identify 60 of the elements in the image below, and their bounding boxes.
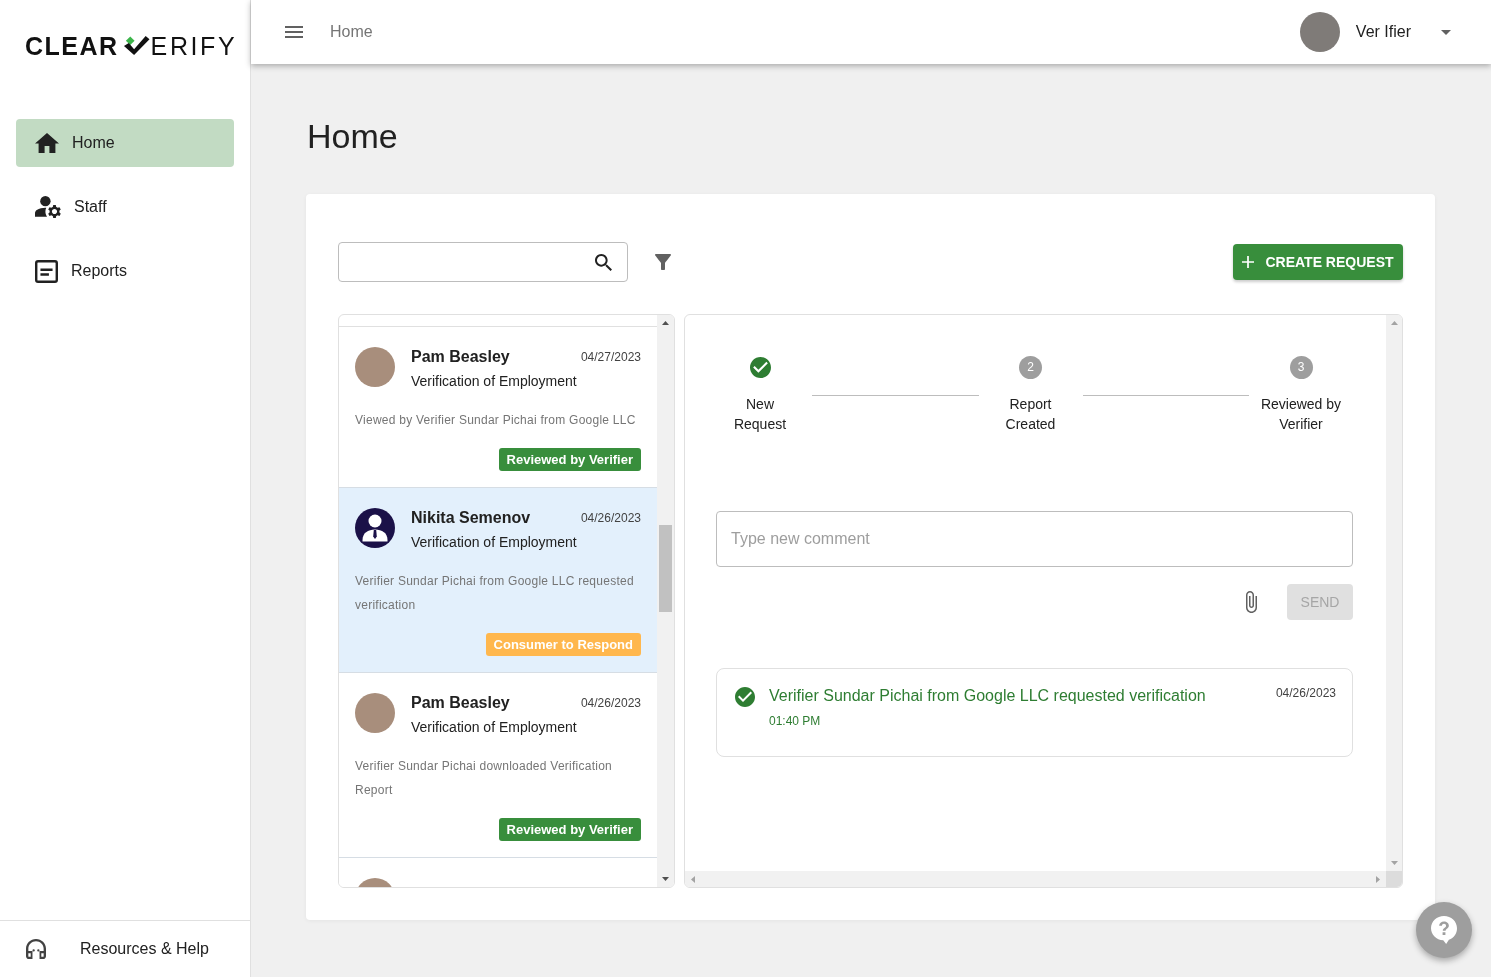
status-badge: Consumer to Respond <box>485 633 641 656</box>
request-type: Verification of Employment <box>411 533 578 552</box>
arrow-left-icon[interactable] <box>691 875 695 883</box>
page-title: Home <box>307 116 399 157</box>
activity-time: 01:40 PM <box>769 713 822 729</box>
check-logo-icon <box>122 34 150 56</box>
avatar-photo <box>1299 12 1340 52</box>
caret-icon[interactable] <box>1441 29 1451 35</box>
request-type: Verification of Employment <box>411 372 578 391</box>
resources-help-link[interactable]: Resources & Help <box>26 939 209 959</box>
avatar-photo <box>355 693 395 733</box>
arrow-down-icon[interactable] <box>662 877 669 881</box>
activity-text: Viewed by Verifier Sundar Pichai from Google LLC <box>355 412 637 429</box>
logo-text: CLEAR <box>25 31 119 61</box>
menu-icon[interactable] <box>285 26 303 38</box>
document-icon <box>35 259 58 283</box>
person-gear-icon <box>35 196 61 218</box>
create-request-button[interactable]: CREATE REQUEST <box>1233 244 1403 280</box>
help-button[interactable] <box>1416 902 1472 958</box>
scrollbar[interactable] <box>657 315 674 887</box>
request-date: 04/26/2023 <box>580 695 641 711</box>
search-icon[interactable] <box>595 253 612 271</box>
step-label: Reviewed by Verifier <box>1260 395 1342 434</box>
activity-text: Verifier Sundar Pichai from Google LLC requested verification <box>355 573 635 614</box>
arrow-up-icon[interactable] <box>662 321 669 325</box>
requester-name: Pam Beasley <box>411 693 510 713</box>
home-icon <box>35 133 59 153</box>
step-label: Report Created <box>1005 395 1056 434</box>
request-date: 04/26/2023 <box>580 510 641 526</box>
nav-item[interactable]: Staff <box>16 183 234 231</box>
scrollbar[interactable] <box>685 871 1386 887</box>
search-field[interactable] <box>338 242 628 282</box>
status-badge: Reviewed by Verifier <box>498 448 641 471</box>
nav-item[interactable]: Home <box>16 119 234 167</box>
user-silhouette-icon <box>355 508 395 548</box>
headset-icon <box>26 939 46 959</box>
activity-text: Verifier Sundar Pichai from Google LLC requested verification <box>769 686 1207 706</box>
user-name: Ver Ifier <box>1355 23 1411 41</box>
breadcrumb: Home <box>330 23 373 41</box>
plus-icon <box>1242 256 1255 268</box>
requester-name: Pam Beasley <box>411 347 510 367</box>
request-item[interactable]: Nikita Semenov 04/26/2023 Verification of Employment Verifier Sundar Pichai from Google LLC requested verification Consumer to Respond <box>339 488 657 673</box>
avatar-photo <box>355 347 395 387</box>
comment-field[interactable]: Type new comment <box>716 511 1353 567</box>
paperclip-icon[interactable] <box>1246 591 1257 613</box>
activity-date: 04/26/2023 <box>1275 685 1336 701</box>
step-number: 2 <box>1019 355 1042 379</box>
request-date: 04/27/2023 <box>580 349 641 365</box>
step-label: New Request <box>733 395 787 434</box>
filter-icon[interactable] <box>655 254 671 270</box>
step-number: 3 <box>1289 355 1313 379</box>
scrollbar-thumb[interactable] <box>659 525 672 612</box>
nav-item[interactable]: Reports <box>16 247 234 295</box>
arrow-right-icon[interactable] <box>1376 875 1380 883</box>
help-icon <box>1431 916 1457 944</box>
request-type: Verification of Employment <box>411 718 578 737</box>
status-badge: Reviewed by Verifier <box>498 818 641 841</box>
logo-text: ERIFY <box>150 31 238 61</box>
requester-name: Nikita Semenov <box>411 508 531 528</box>
activity-text: Verifier Sundar Pichai downloaded Verification Report <box>355 758 613 799</box>
